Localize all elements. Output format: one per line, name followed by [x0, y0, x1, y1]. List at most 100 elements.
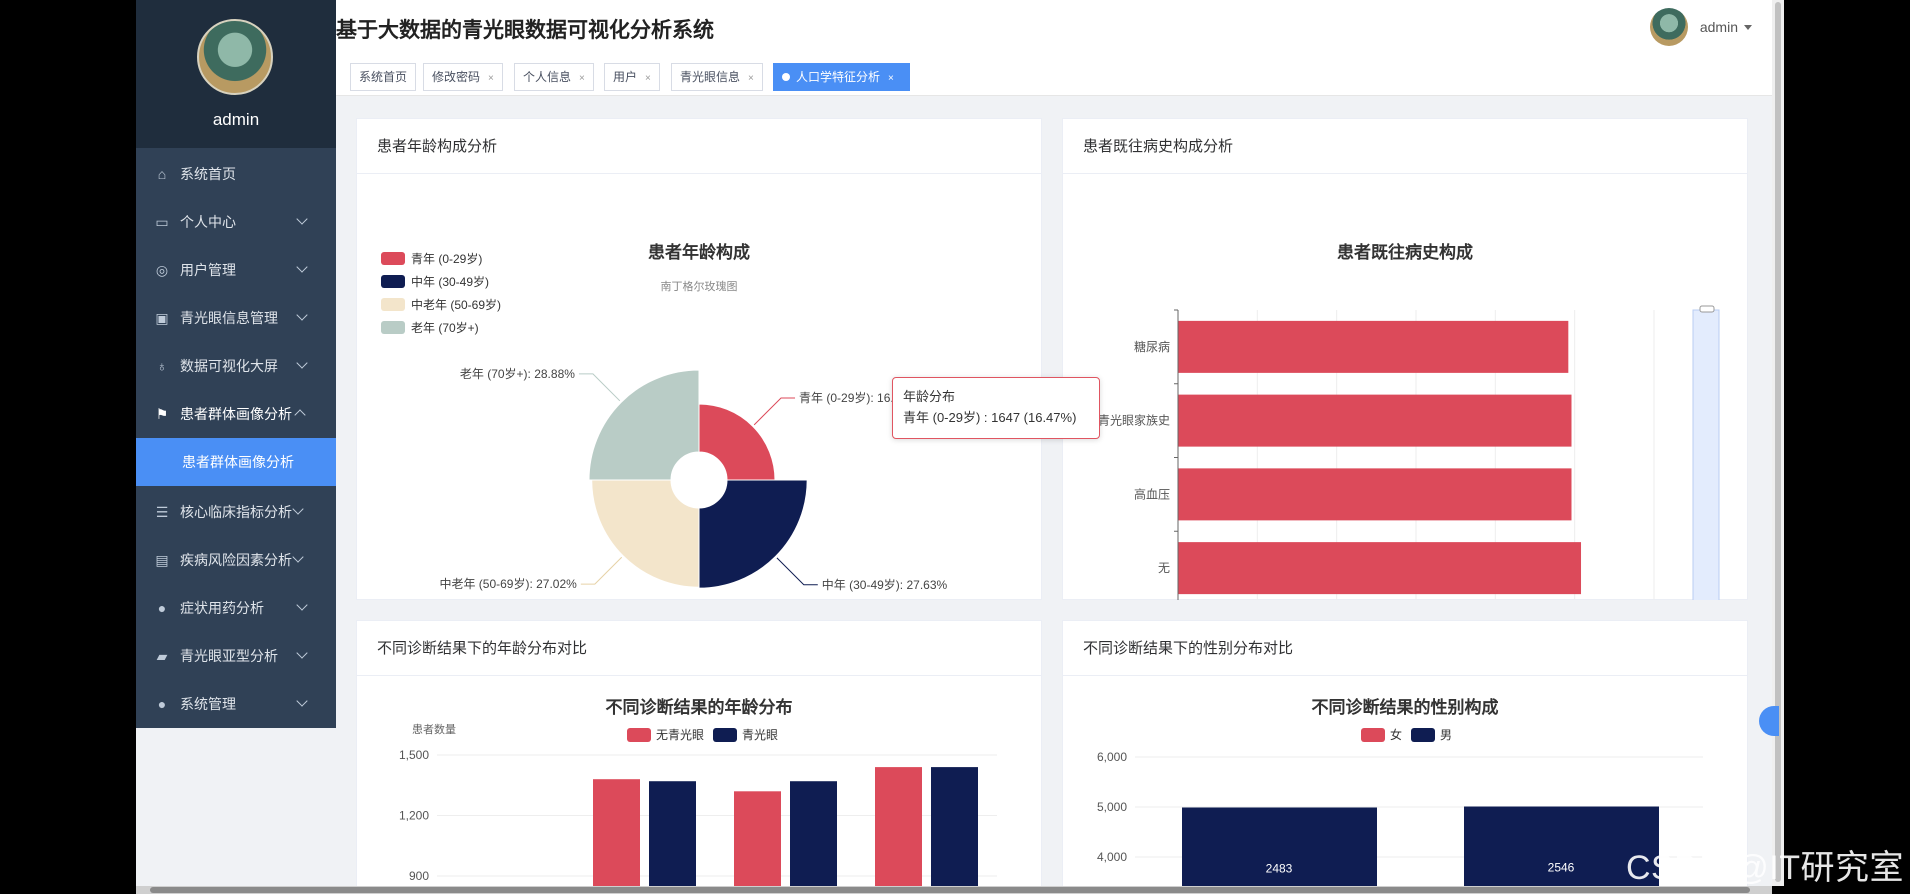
legend-swatch	[381, 298, 405, 311]
legend-label: 女	[1390, 727, 1402, 742]
avatar[interactable]	[1649, 8, 1688, 46]
vertical-scrollbar[interactable]	[1772, 0, 1784, 886]
sidebar-item-bigscreen[interactable]: ♁ 数据可视化大屏	[136, 342, 336, 390]
bar	[1178, 394, 1572, 447]
chevron-down-icon	[292, 551, 304, 563]
category-label: 糖尿病	[1134, 339, 1170, 354]
tab-profile[interactable]: 个人信息 ×	[514, 63, 594, 91]
wallet-icon: ▰	[156, 648, 168, 664]
clipboard-icon: ▣	[155, 310, 169, 326]
user-menu[interactable]: admin	[1649, 8, 1752, 46]
sidebar-item-patient-profile[interactable]: ⚑ 患者群体画像分析	[136, 390, 336, 438]
header: 基于大数据的青光眼数据可视化分析系统 admin 系统首页 修改密码 × 个人信息…	[336, 0, 1772, 96]
bar	[790, 781, 837, 894]
chevron-down-icon	[296, 213, 308, 225]
sidebar-username: admin	[212, 110, 260, 129]
legend-swatch	[627, 728, 651, 742]
bar	[649, 781, 696, 894]
tab-demographics[interactable]: 人口学特征分析 ×	[773, 63, 910, 91]
tooltip-line: 青年 (0-29岁) : 1647 (16.47%)	[903, 410, 1077, 425]
sidebar-subitem-patient-profile[interactable]: 患者群体画像分析	[136, 438, 336, 486]
legend-swatch	[381, 321, 405, 334]
y-axis-label: 患者数量	[412, 723, 456, 736]
data-label: 老年 (70岁+): 28.88%	[460, 366, 575, 381]
sidebar-item-personal[interactable]: ▭ 个人中心	[136, 198, 336, 246]
chevron-down-icon	[296, 309, 308, 321]
bar	[1178, 542, 1582, 595]
data-label: 2546	[1548, 861, 1575, 875]
chevron-down-icon	[292, 503, 304, 515]
label-line	[578, 373, 621, 402]
chevron-up-icon	[294, 409, 306, 421]
sidebar-item-home[interactable]: ⌂ 系统首页	[136, 150, 336, 198]
sidebar-item-label: 核心临床指标分析	[180, 504, 292, 520]
tick-label: 4,000	[1097, 850, 1127, 864]
sidebar-item-system[interactable]: ● 系统管理	[136, 680, 336, 728]
sidebar-item-label: 青光眼信息管理	[180, 310, 278, 326]
legend-swatch	[381, 275, 405, 288]
user-icon: ●	[157, 696, 167, 712]
sidebar-user-panel: admin	[136, 0, 336, 148]
sidebar-item-clinical[interactable]: ☰ 核心临床指标分析	[136, 488, 336, 536]
flag-icon: ⚑	[155, 406, 169, 422]
tooltip-title: 年龄分布	[903, 389, 956, 404]
sidebar-item-label: 系统管理	[180, 696, 236, 712]
legend-swatch	[1361, 728, 1385, 742]
label-line	[753, 397, 796, 426]
tick-label: 1,500	[399, 748, 429, 762]
sidebar-item-label: 症状用药分析	[180, 600, 264, 616]
legend-label: 男	[1440, 728, 1452, 742]
card-title: 患者年龄构成分析	[357, 119, 1041, 174]
sidebar-item-medication[interactable]: ● 症状用药分析	[136, 584, 336, 632]
category-label: 无	[1158, 561, 1170, 575]
sidebar-item-label: 用户管理	[180, 262, 236, 278]
chart-title: 患者既往病史构成	[1337, 242, 1473, 262]
sidebar-item-glaucoma-info[interactable]: ▣ 青光眼信息管理	[136, 294, 336, 342]
tab-label: 人口学特征分析	[796, 70, 881, 84]
sidebar: admin ⌂ 系统首页 ▭ 个人中心 ◎ 用户管理 ▣ 青光眼信息管理 ♁ 数…	[136, 0, 336, 728]
data-label: 2483	[1266, 862, 1293, 876]
tick-label: 5,000	[1097, 800, 1127, 814]
avatar[interactable]	[197, 19, 273, 95]
horizontal-scrollbar[interactable]	[136, 886, 1772, 894]
sidebar-item-label: 系统首页	[180, 166, 236, 182]
tick-label: 900	[409, 869, 429, 883]
active-dot-icon	[782, 73, 790, 81]
close-icon[interactable]: ×	[579, 73, 585, 84]
legend-swatch	[1411, 728, 1435, 742]
person-icon: ●	[157, 600, 167, 616]
close-icon[interactable]: ×	[645, 73, 651, 84]
scrollbar-thumb[interactable]	[1775, 2, 1781, 882]
home-icon: ⌂	[157, 166, 167, 182]
close-icon[interactable]: ×	[748, 73, 754, 84]
tab-home[interactable]: 系统首页	[350, 63, 417, 91]
mic-icon: ♁	[156, 358, 168, 374]
sidebar-item-users[interactable]: ◎ 用户管理	[136, 246, 336, 294]
history-bar-chart: 患者既往病史构成 05001,0001,5002,0002,5003,000糖尿…	[1098, 242, 1720, 628]
caret-down-icon	[1744, 24, 1752, 30]
close-icon[interactable]: ×	[488, 73, 494, 84]
zoom-slider[interactable]	[1692, 309, 1720, 607]
bar	[1178, 320, 1569, 373]
age-distribution-chart: 不同诊断结果的年龄分布 患者数量 无青光眼 青光眼 1,500 1,200 900	[399, 697, 997, 894]
data-label: 中年 (30-49岁): 27.63%	[822, 577, 948, 592]
close-icon[interactable]: ×	[888, 73, 894, 84]
tab-password[interactable]: 修改密码 ×	[423, 63, 503, 91]
chevron-down-icon	[296, 357, 308, 369]
sidebar-item-risk[interactable]: ▤ 疾病风险因素分析	[136, 536, 336, 584]
bar	[931, 767, 978, 894]
tab-glaucoma-info[interactable]: 青光眼信息 ×	[671, 63, 763, 91]
category-label: 高血压	[1134, 486, 1170, 501]
chart-title: 不同诊断结果的性别构成	[1312, 697, 1499, 717]
tick-label: 1,200	[399, 809, 429, 823]
app-frame: admin ⌂ 系统首页 ▭ 个人中心 ◎ 用户管理 ▣ 青光眼信息管理 ♁ 数…	[136, 0, 1772, 894]
legend-label: 老年 (70岁+)	[411, 320, 479, 335]
label-line	[580, 556, 623, 585]
zoom-handle-top[interactable]	[1699, 305, 1715, 313]
bar	[1178, 468, 1572, 521]
sidebar-item-subtype[interactable]: ▰ 青光眼亚型分析	[136, 632, 336, 680]
tab-users[interactable]: 用户 ×	[604, 63, 660, 91]
legend-label: 中老年 (50-69岁)	[411, 297, 501, 312]
scrollbar-thumb[interactable]	[150, 887, 1750, 893]
chart-tooltip: 年龄分布 青年 (0-29岁) : 1647 (16.47%)	[892, 377, 1100, 439]
